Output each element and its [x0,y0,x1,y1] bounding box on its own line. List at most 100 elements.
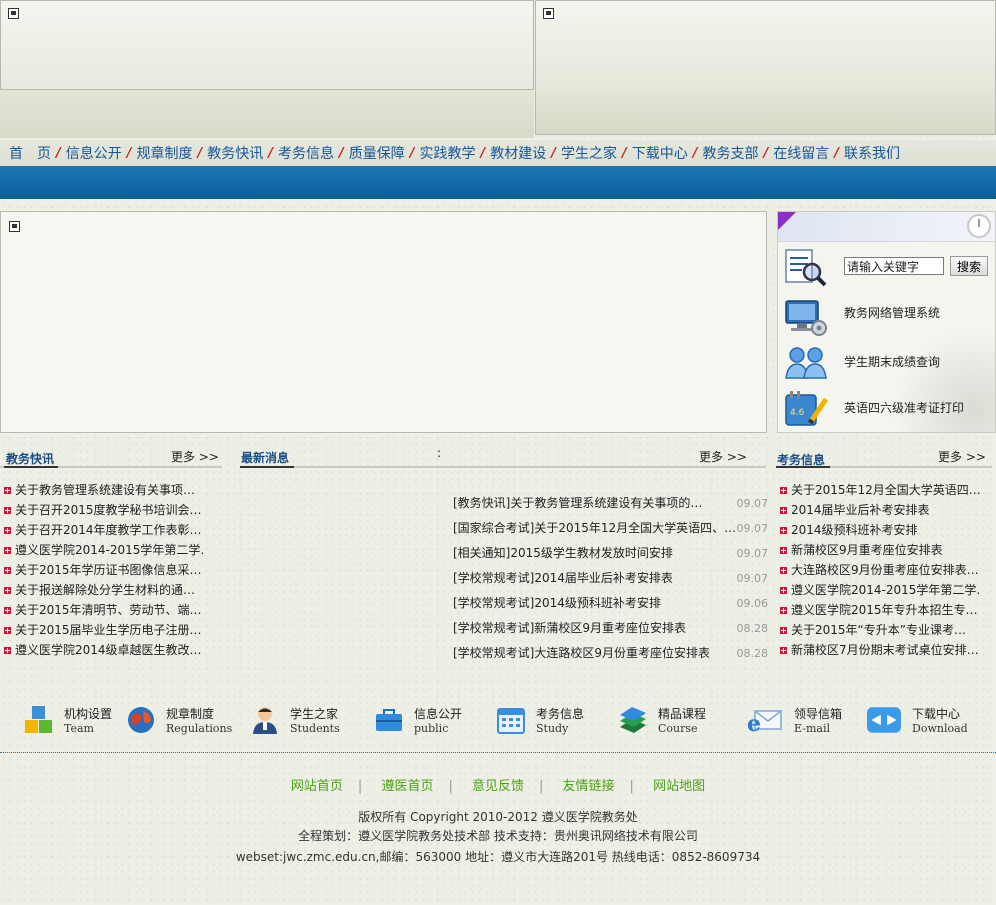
nav-item-messages[interactable]: 在线留言 [768,143,834,163]
notebook-pen-icon: 4.6 [785,391,828,426]
icon-link-email[interactable]: e 领导信箱 E-mail [746,695,842,745]
globe-icon [128,707,154,733]
table-row[interactable]: [学校常规考试] 2014届毕业后补考安排表 09.07 [453,566,768,591]
bullet-icon [780,507,787,514]
broken-image-icon [8,8,19,19]
books-icon [620,707,646,733]
list-item[interactable]: 关于2015年“专升本”专业课考… [780,620,980,640]
table-row[interactable]: [学校常规考试] 新蒲校区9月重考座位安排表 08.28 [453,616,768,641]
nav-item-regulations[interactable]: 规章制度 [132,143,198,163]
bullet-icon [4,607,11,614]
nav-item-textbooks[interactable]: 教材建设 [485,143,551,163]
nav-item-exam-info[interactable]: 考务信息 [273,143,339,163]
svg-text:4.6: 4.6 [790,408,805,418]
nav-item-practice[interactable]: 实践教学 [415,143,481,163]
more-link[interactable]: 更多 >> [171,448,219,465]
news-list-left: 关于教务管理系统建设有关事项… 关于召开2015度教学秘书培训会… 关于召开20… [4,480,204,660]
icon-link-study[interactable]: 考务信息 Study [496,695,584,745]
blocks-icon [25,706,52,733]
list-item[interactable]: 新蒲校区9月重考座位安排表 [780,540,980,560]
bullet-icon [780,627,787,634]
list-item[interactable]: 遵义医学院2014级卓越医生教改… [4,640,204,660]
list-item[interactable]: 关于召开2014年度教学工作表彰… [4,520,204,540]
footer-copyright: 版权所有 Copyright 2010-2012 遵义医学院教务处 [358,810,638,824]
footer-link-sitemap[interactable]: 网站地图 [653,779,705,794]
bullet-icon [780,527,787,534]
column-title-news: 教务快讯 [6,452,55,466]
header-banner-left [0,0,534,90]
bullet-icon [4,487,11,494]
header-banner-bottom [0,88,534,138]
list-item[interactable]: 遵义医学院2014-2015学年第二学… [780,580,980,600]
quick-link-grades-query[interactable]: 学生期末成绩查询 [844,353,940,370]
icon-link-public[interactable]: 信息公开 public [374,695,462,745]
main-nav: 首 页 / 信息公开 / 规章制度 / 教务快讯 / 考务信息 / 质量保障 / 实践教学 /… [0,140,996,166]
bullet-icon [4,587,11,594]
list-item[interactable]: 遵义医学院2014-2015学年第二学… [4,540,204,560]
nav-item-info-public[interactable]: 信息公开 [61,143,127,163]
list-item[interactable]: 关于报送解除处分学生材料的通… [4,580,204,600]
footer-link-home[interactable]: 网站首页 [291,779,343,794]
list-item[interactable]: 关于2015年学历证书图像信息采… [4,560,204,580]
table-row[interactable]: [相关通知] 2015级学生教材发放时间安排 09.07 [453,541,768,566]
column-title-latest: 最新消息 [241,451,290,465]
list-item[interactable]: 关于2015年清明节、劳动节、端… [4,600,204,620]
svg-text:e: e [747,711,761,735]
footer-divider [0,752,996,753]
bullet-icon [4,527,11,534]
footer-links: 网站首页 | 遵医首页 | 意见反馈 | 友情链接 | 网站地图 [290,779,706,794]
table-row[interactable]: [学校常规考试] 2014级预科班补考安排 09.06 [453,591,768,616]
footer-link-zmc[interactable]: 遵医首页 [381,779,433,794]
icon-link-students[interactable]: 学生之家 Students [250,695,340,745]
table-row[interactable]: [学校常规考试] 大连路校区9月份重考座位安排表 08.28 [453,641,768,666]
footer-contact: webset:jwc.zmc.edu.cn,邮编：563000 地址：遵义市大连… [235,850,761,864]
list-item[interactable]: 关于教务管理系统建设有关事项… [4,480,204,500]
nav-item-home[interactable]: 首 页 [4,143,56,163]
list-item[interactable]: 2014级预科班补考安排 [780,520,980,540]
quick-links-panel: 搜索 教务网络管理系统 学生期末成绩查询 4.6 英语四六级准考证打印 [777,211,996,433]
list-item[interactable]: 2014届毕业后补考安排表 [780,500,980,520]
list-item[interactable]: 关于2015届毕业生学历电子注册… [4,620,204,640]
broken-image-icon [9,221,20,232]
list-item[interactable]: 关于召开2015度教学秘书培训会… [4,500,204,520]
blue-banner-bar [0,166,996,199]
briefcase-icon [376,709,402,731]
search-button[interactable]: 搜索 [950,256,988,276]
quick-link-cet-ticket[interactable]: 英语四六级准考证打印 [844,399,964,416]
users-icon [785,347,827,379]
more-link[interactable]: 更多 >> [938,448,986,465]
nav-item-quality[interactable]: 质量保障 [344,143,410,163]
nav-item-branch[interactable]: 教务支部 [698,143,764,163]
icon-link-team[interactable]: 机构设置 Team [24,695,112,745]
bullet-icon [780,647,787,654]
list-item[interactable]: 大连路校区9月份重考座位安排表… [780,560,980,580]
bullet-icon [780,567,787,574]
list-item[interactable]: 遵义医学院2015年专升本招生专… [780,600,980,620]
nav-item-contact[interactable]: 联系我们 [839,143,905,163]
mail-icon: e [747,710,782,735]
more-link[interactable]: 更多 >> [699,448,747,465]
bullet-icon [780,487,787,494]
corner-tab-icon [778,212,796,230]
bullet-icon [780,607,787,614]
footer-link-friends[interactable]: 友情链接 [563,779,615,794]
bullet-icon [4,567,11,574]
icon-link-regulations[interactable]: 规章制度 Regulations [126,695,232,745]
computer-system-icon [785,300,827,336]
icon-link-download[interactable]: 下载中心 Download [866,695,968,745]
table-row[interactable]: [教务快讯] 关于教务管理系统建设有关事项的… 09.07 [453,491,768,516]
nav-item-students[interactable]: 学生之家 [556,143,622,163]
footer-link-feedback[interactable]: 意见反馈 [472,779,524,794]
bullet-icon [780,547,787,554]
table-row[interactable]: [国家综合考试] 关于2015年12月全国大学英语四、… 09.07 [453,516,768,541]
quick-link-academic-system[interactable]: 教务网络管理系统 [844,304,940,321]
list-item[interactable]: 新蒲校区7月份期末考试桌位安排… [780,640,980,660]
main-slideshow[interactable] [0,211,767,433]
icon-link-course[interactable]: 精品课程 Course [618,695,706,745]
footer-credits: 全程策划：遵义医学院教务处技术部 技术支持：贵州奥讯网络技术有限公司 [298,829,698,843]
nav-item-downloads[interactable]: 下载中心 [627,143,693,163]
keyword-search-input[interactable] [844,257,944,275]
nav-item-news[interactable]: 教务快讯 [202,143,268,163]
list-item[interactable]: 关于2015年12月全国大学英语四… [780,480,980,500]
header-banner-right [535,0,996,135]
